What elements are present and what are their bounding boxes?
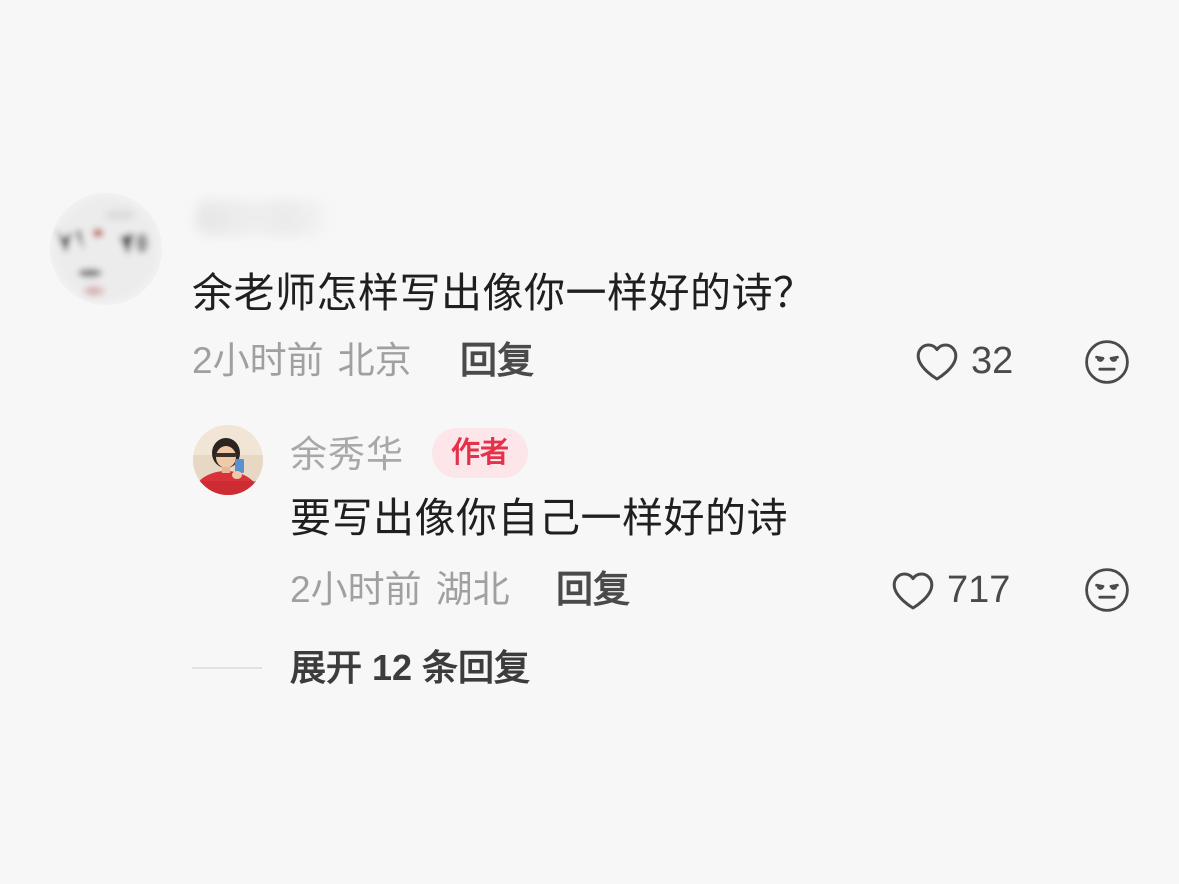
reply-dislike-button[interactable] — [1083, 566, 1131, 614]
author-photo — [193, 425, 263, 495]
comment-meta: 2小时前 北京 — [192, 340, 412, 382]
author-name[interactable]: 余秀华 — [290, 434, 404, 476]
reply-text: 要写出像你自己一样好的诗 — [290, 495, 788, 541]
comment-dislike-button[interactable] — [1083, 338, 1131, 386]
reply-meta: 2小时前 湖北 — [290, 569, 510, 611]
reply-like-count: 717 — [947, 569, 1011, 611]
comment-time: 2小时前 — [192, 340, 324, 381]
heart-icon — [889, 568, 937, 612]
reply-like-button[interactable]: 717 — [889, 566, 1010, 614]
author-avatar[interactable] — [193, 425, 263, 495]
reply-reply-button[interactable]: 回复 — [556, 569, 630, 611]
commenter-avatar[interactable] — [50, 193, 162, 305]
blurred-avatar-image — [50, 193, 162, 305]
author-badge: 作者 — [432, 428, 528, 478]
comment-like-count: 32 — [971, 340, 1014, 382]
expand-divider — [192, 667, 262, 669]
comment-location: 北京 — [337, 340, 412, 381]
expand-replies-button[interactable]: 展开 12 条回复 — [290, 647, 530, 689]
heart-icon — [913, 339, 961, 383]
reply-location: 湖北 — [435, 569, 510, 610]
comment-reply-button[interactable]: 回复 — [460, 340, 534, 382]
commenter-name-redacted[interactable] — [196, 200, 328, 236]
comment-text: 余老师怎样写出像你一样好的诗？ — [192, 270, 815, 316]
meh-face-icon — [1083, 338, 1131, 386]
comment-like-button[interactable]: 32 — [913, 337, 1013, 385]
meh-face-icon — [1083, 566, 1131, 614]
reply-time: 2小时前 — [290, 569, 422, 610]
